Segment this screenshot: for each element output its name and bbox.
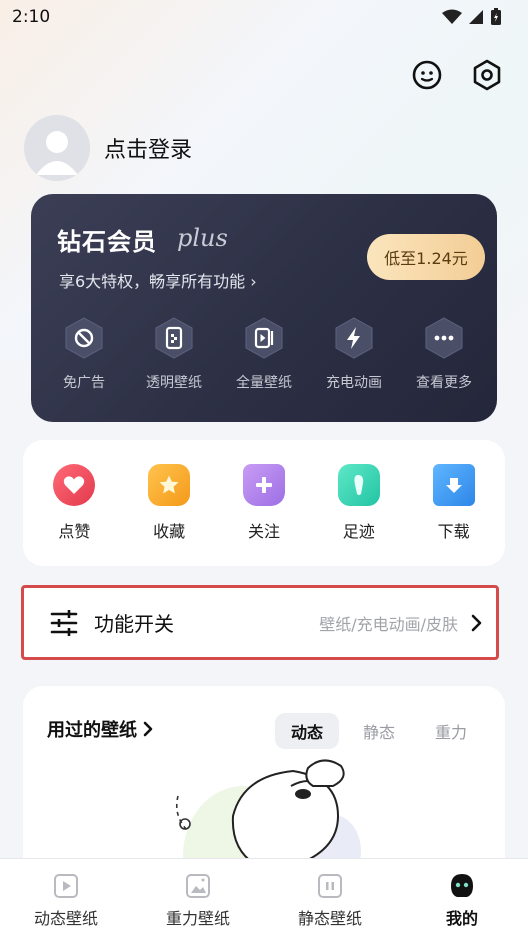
customer-service-button[interactable] [410, 58, 444, 92]
profile-icon [451, 874, 473, 897]
download-icon [445, 478, 462, 493]
quick-item-label: 足迹 [342, 522, 375, 541]
vip-feature-label: 免广告 [63, 375, 105, 391]
used-wallpapers-title-text: 用过的壁纸 [47, 720, 137, 741]
battery-icon [491, 8, 501, 25]
quick-item-label: 点赞 [58, 522, 91, 541]
avatar[interactable] [24, 115, 90, 181]
chevron-right-icon [143, 721, 153, 737]
profile-login[interactable]: 点击登录 [24, 115, 192, 181]
vip-title: 钻石会员 [57, 228, 157, 256]
gear-icon [473, 59, 501, 91]
function-switch-desc: 壁纸/充电动画/皮肤 [319, 614, 458, 634]
tab-dynamic[interactable]: 动态 [274, 713, 339, 749]
login-text[interactable]: 点击登录 [104, 132, 192, 164]
vip-feature-label: 查看更多 [416, 375, 472, 391]
tab-dynamic-wallpaper[interactable]: 动态壁纸 [6, 873, 126, 929]
vip-feature-full[interactable]: 全量壁纸 [222, 316, 306, 392]
vip-feature-label: 充电动画 [326, 375, 382, 391]
quick-item-favorite[interactable]: 收藏 [129, 464, 209, 542]
vip-card[interactable]: 钻石会员 plus 享6大特权，畅享所有功能 › 低至1.24元 免广告 透明壁… [31, 194, 497, 422]
used-wallpapers-tabs: 动态 静态 重力 [274, 713, 483, 749]
tab-label: 动态壁纸 [33, 909, 98, 928]
function-switch-title: 功能开关 [94, 612, 174, 636]
function-switch-row[interactable]: 功能开关 壁纸/充电动画/皮肤 [21, 585, 499, 660]
quick-actions-card: 点赞 收藏 关注 足迹 下载 [23, 440, 505, 566]
no-ads-icon [65, 317, 103, 359]
tab-label: 重力壁纸 [165, 909, 230, 928]
top-actions [410, 58, 504, 92]
sliders-icon [50, 609, 78, 636]
quick-item-label: 关注 [247, 522, 280, 541]
quick-item-follow[interactable]: 关注 [224, 464, 304, 542]
tab-mine[interactable]: 我的 [402, 873, 522, 929]
signal-icon [469, 10, 483, 24]
dynamic-wallpaper-icon [54, 874, 78, 898]
more-icon [425, 317, 463, 359]
tab-static[interactable]: 静态 [347, 713, 411, 749]
vip-feature-label: 透明壁纸 [146, 375, 202, 391]
status-time: 2:10 [12, 7, 51, 27]
quick-item-label: 下载 [437, 522, 470, 541]
tab-static-wallpaper[interactable]: 静态壁纸 [270, 873, 390, 929]
tab-label: 静态壁纸 [297, 909, 362, 928]
tab-gravity-wallpaper[interactable]: 重力壁纸 [138, 873, 258, 929]
vip-price-button[interactable]: 低至1.24元 [367, 234, 485, 280]
transparent-wallpaper-icon [155, 317, 193, 359]
default-avatar-icon [36, 131, 78, 175]
quick-item-like[interactable]: 点赞 [34, 464, 114, 542]
vip-plus-text: plus [177, 224, 228, 252]
star-icon [159, 475, 179, 494]
footprint-icon [354, 475, 363, 495]
vip-subtitle[interactable]: 享6大特权，畅享所有功能 › [59, 268, 257, 292]
settings-button[interactable] [470, 58, 504, 92]
empty-state-illustration [175, 759, 361, 866]
vip-feature-label: 全量壁纸 [236, 375, 292, 391]
status-icons [442, 8, 502, 26]
gravity-wallpaper-icon [186, 874, 210, 898]
vip-features: 免广告 透明壁纸 全量壁纸 充电动画 查看更多 [31, 316, 497, 392]
vip-feature-no-ads[interactable]: 免广告 [42, 316, 126, 392]
quick-item-footprint[interactable]: 足迹 [319, 464, 399, 542]
wifi-icon [442, 9, 462, 24]
vip-feature-charging[interactable]: 充电动画 [312, 316, 396, 392]
tab-label: 我的 [445, 909, 478, 928]
heart-icon [64, 476, 85, 494]
bottom-tab-bar: 动态壁纸 重力壁纸 静态壁纸 我的 [0, 858, 528, 939]
smiley-icon [412, 60, 442, 90]
follow-icon [255, 477, 272, 493]
vip-feature-more[interactable]: 查看更多 [402, 316, 486, 392]
full-wallpaper-icon [245, 317, 283, 359]
quick-item-download[interactable]: 下载 [414, 464, 494, 542]
chevron-right-icon [471, 614, 482, 631]
charging-icon [335, 317, 373, 359]
tab-gravity[interactable]: 重力 [419, 713, 483, 749]
vip-feature-transparent[interactable]: 透明壁纸 [132, 316, 216, 392]
status-bar: 2:10 [0, 0, 528, 34]
used-wallpapers-title[interactable]: 用过的壁纸 [47, 716, 153, 742]
quick-item-label: 收藏 [153, 522, 186, 541]
static-wallpaper-icon [318, 874, 342, 898]
